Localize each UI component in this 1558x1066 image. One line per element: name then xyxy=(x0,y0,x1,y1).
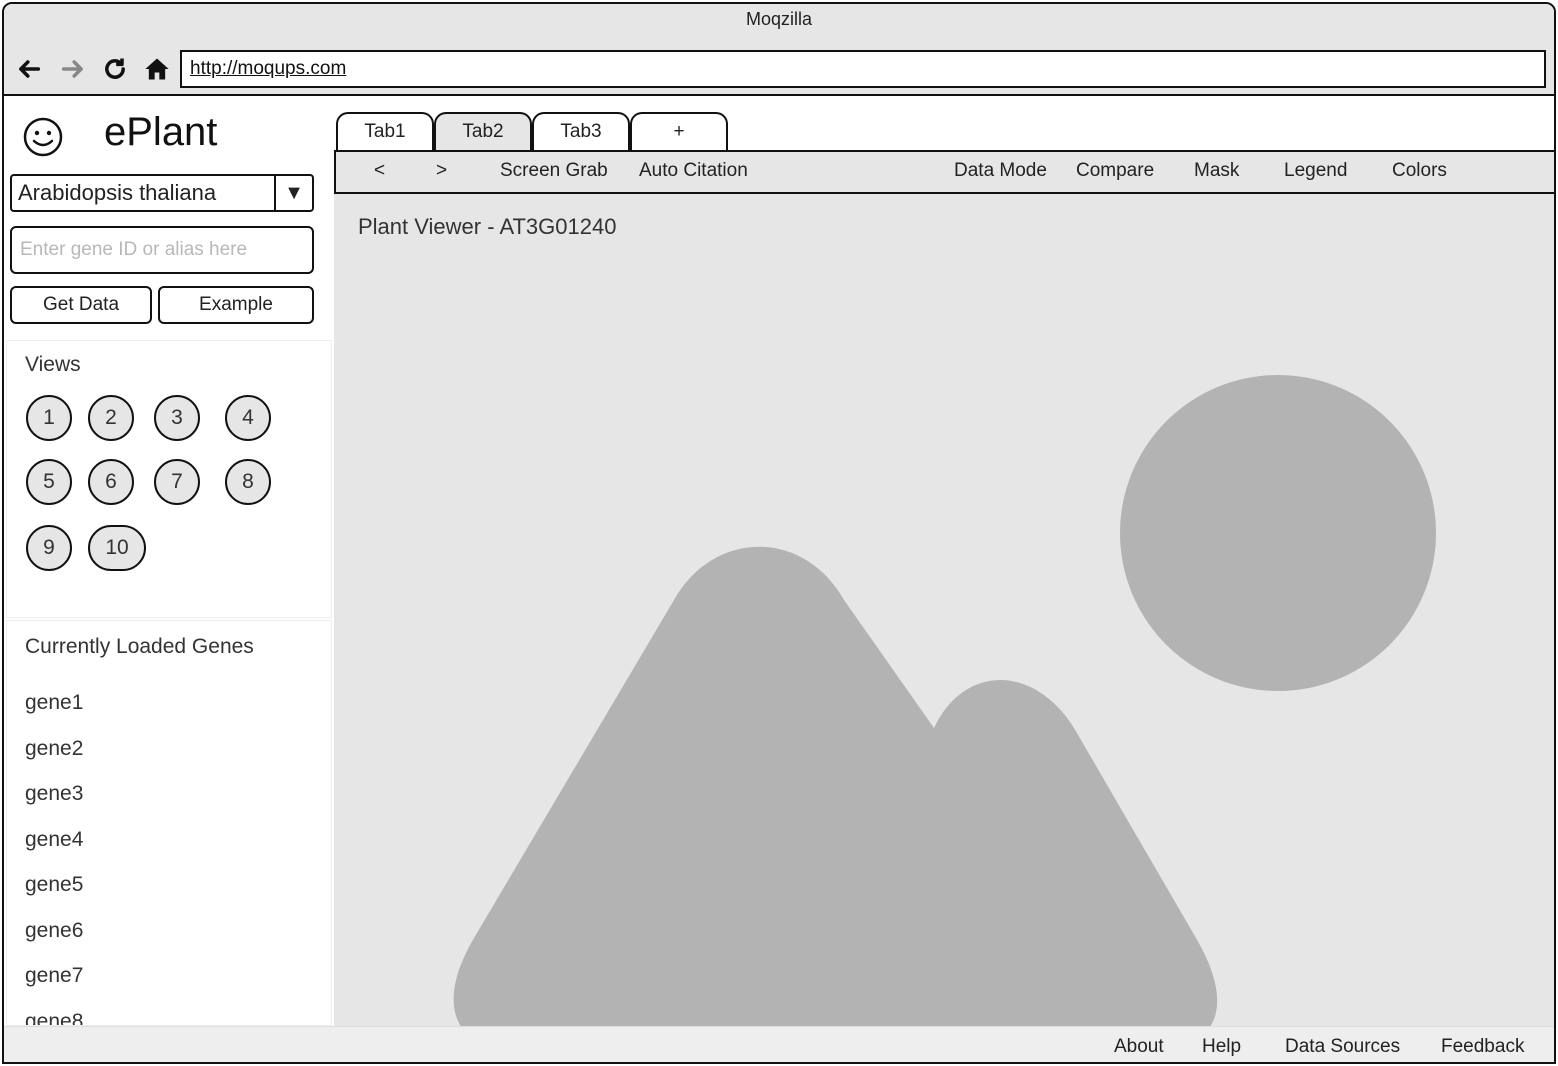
views-panel: Views 1 2 3 4 5 6 7 8 9 10 xyxy=(6,340,332,618)
compare-button[interactable]: Compare xyxy=(1076,160,1154,182)
back-arrow-icon[interactable] xyxy=(14,54,44,84)
smiley-icon xyxy=(23,117,63,157)
loaded-genes-panel: Currently Loaded Genes gene1 gene2 gene3… xyxy=(6,620,332,1026)
tab-2[interactable]: Tab2 xyxy=(434,112,532,152)
view-button-6[interactable]: 6 xyxy=(88,459,134,505)
about-link[interactable]: About xyxy=(1114,1036,1164,1058)
help-link[interactable]: Help xyxy=(1202,1036,1241,1058)
browser-window: Moqzilla http://moqups.com ePlant Arabid… xyxy=(2,2,1556,1064)
footer: About Help Data Sources Feedback xyxy=(4,1026,1554,1062)
sidebar: ePlant Arabidopsis thaliana ▼ Get Data E… xyxy=(4,98,334,1026)
gene-id-input[interactable] xyxy=(10,226,314,274)
view-button-7[interactable]: 7 xyxy=(154,459,200,505)
screen-grab-button[interactable]: Screen Grab xyxy=(500,160,608,182)
example-button[interactable]: Example xyxy=(158,286,314,324)
view-button-8[interactable]: 8 xyxy=(225,459,271,505)
url-bar[interactable]: http://moqups.com xyxy=(180,50,1546,88)
views-title: Views xyxy=(25,353,81,376)
view-button-3[interactable]: 3 xyxy=(154,395,200,441)
view-button-1[interactable]: 1 xyxy=(26,395,72,441)
auto-citation-button[interactable]: Auto Citation xyxy=(639,160,748,182)
prev-button[interactable]: < xyxy=(374,160,385,182)
mask-button[interactable]: Mask xyxy=(1194,160,1239,182)
get-data-button[interactable]: Get Data xyxy=(10,286,152,324)
viewer-title: Plant Viewer - AT3G01240 xyxy=(358,214,617,239)
window-title: Moqzilla xyxy=(4,4,1554,40)
species-selected-value: Arabidopsis thaliana xyxy=(18,180,217,205)
feedback-link[interactable]: Feedback xyxy=(1441,1036,1524,1058)
gene-list-item[interactable]: gene8 xyxy=(25,1004,83,1026)
image-placeholder-icon xyxy=(453,375,1436,1026)
main-area: Tab1 Tab2 Tab3 + < > Screen Grab Auto Ci… xyxy=(334,98,1554,1026)
browser-navbar: http://moqups.com xyxy=(4,40,1554,96)
loaded-genes-title: Currently Loaded Genes xyxy=(25,635,254,658)
forward-arrow-icon[interactable] xyxy=(58,54,88,84)
gene-list-item[interactable]: gene2 xyxy=(25,731,83,777)
dropdown-arrow-icon[interactable]: ▼ xyxy=(274,176,312,210)
gene-list-item[interactable]: gene5 xyxy=(25,867,83,913)
app-header: ePlant Arabidopsis thaliana ▼ Get Data E… xyxy=(4,98,334,338)
tab-strip: Tab1 Tab2 Tab3 + xyxy=(334,98,1554,152)
tab-3[interactable]: Tab3 xyxy=(532,112,630,152)
view-button-4[interactable]: 4 xyxy=(225,395,271,441)
app-title: ePlant xyxy=(104,110,218,154)
url-text: http://moqups.com xyxy=(190,58,347,79)
view-button-2[interactable]: 2 xyxy=(88,395,134,441)
toolbar: < > Screen Grab Auto Citation Data Mode … xyxy=(334,150,1554,194)
reload-icon[interactable] xyxy=(100,54,130,84)
legend-button[interactable]: Legend xyxy=(1284,160,1347,182)
gene-list-item[interactable]: gene3 xyxy=(25,776,83,822)
gene-list-item[interactable]: gene6 xyxy=(25,913,83,959)
species-select[interactable]: Arabidopsis thaliana ▼ xyxy=(10,174,314,212)
view-button-9[interactable]: 9 xyxy=(26,525,72,571)
gene-list-item[interactable]: gene4 xyxy=(25,822,83,868)
tab-1[interactable]: Tab1 xyxy=(336,112,434,152)
view-button-5[interactable]: 5 xyxy=(26,459,72,505)
gene-list-item[interactable]: gene7 xyxy=(25,958,83,1004)
gene-list: gene1 gene2 gene3 gene4 gene5 gene6 gene… xyxy=(25,685,83,1026)
data-sources-link[interactable]: Data Sources xyxy=(1285,1036,1400,1058)
view-button-10[interactable]: 10 xyxy=(88,525,146,571)
add-tab-button[interactable]: + xyxy=(630,112,728,152)
data-mode-button[interactable]: Data Mode xyxy=(954,160,1047,182)
colors-button[interactable]: Colors xyxy=(1392,160,1447,182)
gene-list-item[interactable]: gene1 xyxy=(25,685,83,731)
next-button[interactable]: > xyxy=(436,160,447,182)
home-icon[interactable] xyxy=(142,54,172,84)
